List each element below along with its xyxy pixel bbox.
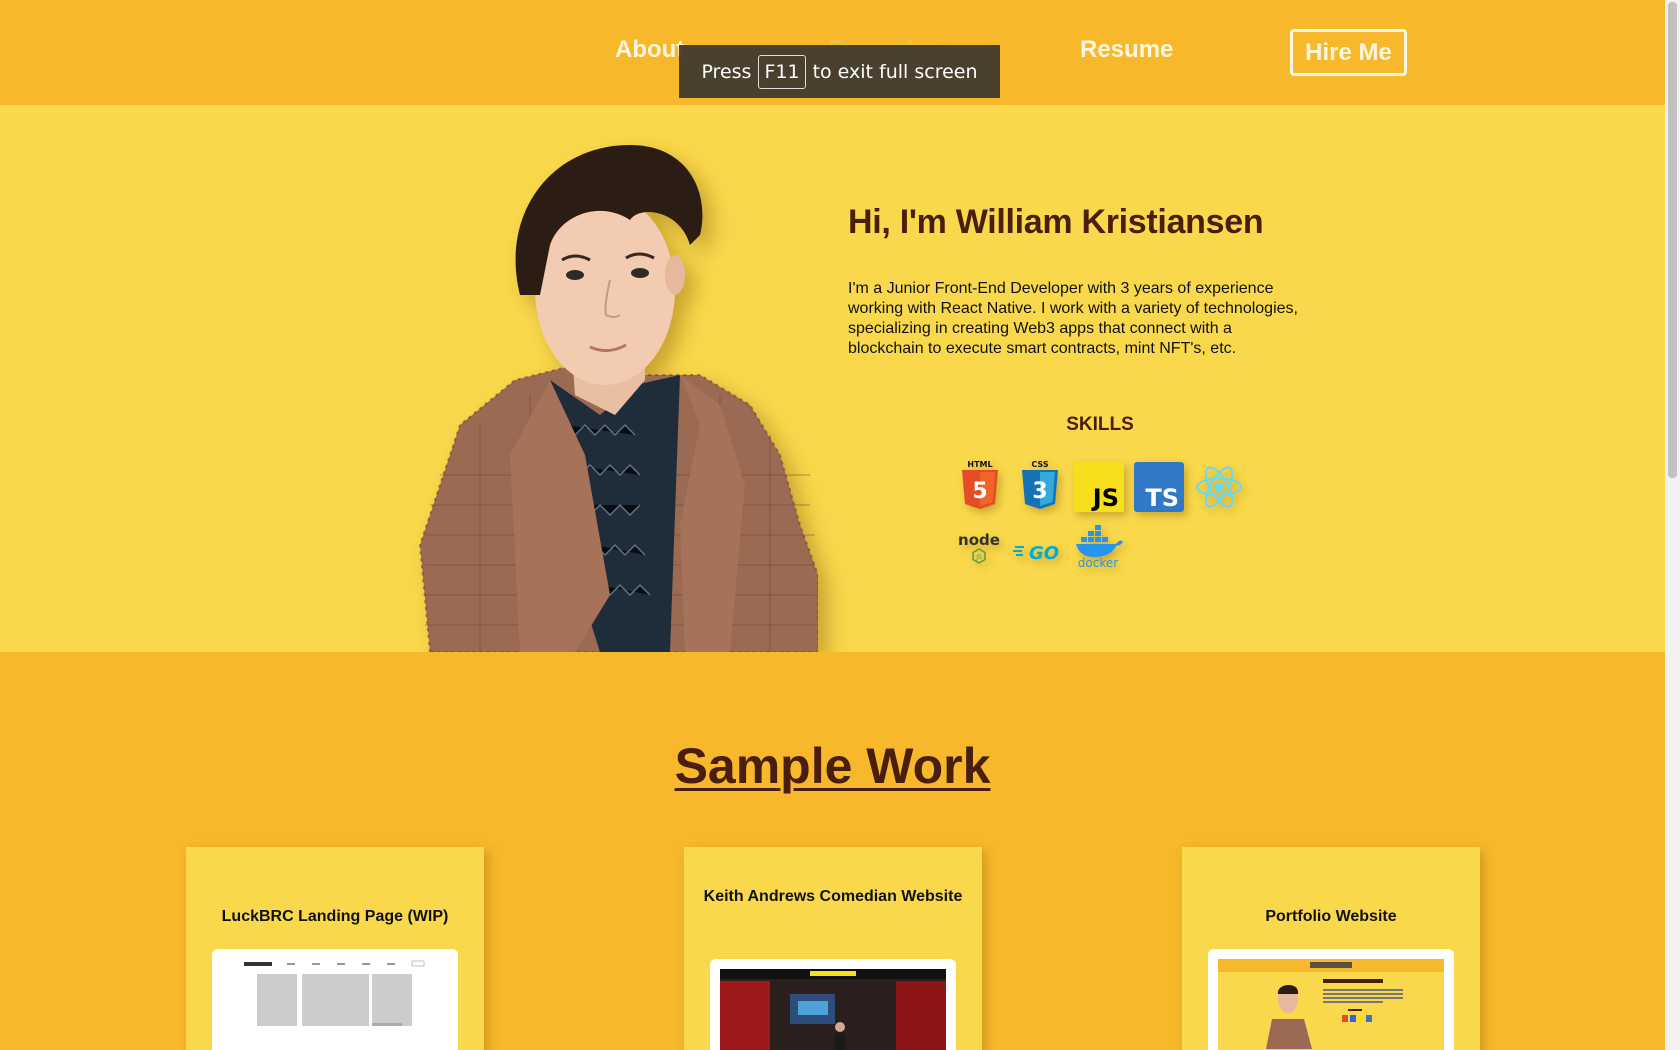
fullscreen-notice-text: Press: [701, 60, 752, 83]
fullscreen-notice-text: to exit full screen: [812, 60, 978, 83]
go-icon-text: GO: [1029, 543, 1059, 564]
css3-icon: CSS 3: [1014, 459, 1066, 511]
ts-icon-text: TS: [1145, 484, 1179, 512]
svg-text:3: 3: [1032, 479, 1047, 504]
project-card-title: Keith Andrews Comedian Website: [703, 888, 963, 905]
hero-section: Hi, I'm William Kristiansen I'm a Junior…: [0, 105, 1665, 652]
svg-text:JS: JS: [975, 554, 982, 561]
nav-link-resume[interactable]: Resume: [1080, 36, 1173, 64]
project-card-luckbrc[interactable]: LuckBRC Landing Page (WIP): [186, 847, 484, 1050]
fullscreen-exit-notice: Press F11 to exit full screen: [679, 45, 1000, 98]
project-card-portfolio[interactable]: Portfolio Website: [1182, 847, 1480, 1050]
project-thumbnail-luckbrc[interactable]: [212, 949, 458, 1050]
nav-link-about[interactable]: About: [615, 36, 684, 64]
project-card-keith-andrews[interactable]: Keith Andrews Comedian Website: [684, 847, 982, 1050]
svg-text:5: 5: [972, 479, 987, 504]
project-thumbnail-portfolio[interactable]: [1208, 949, 1454, 1050]
typescript-icon: TS: [1133, 461, 1185, 513]
project-thumbnail-keith-andrews[interactable]: [710, 959, 956, 1050]
node-icon-text: node: [958, 531, 1000, 549]
js-icon-text: JS: [1091, 484, 1119, 512]
hero-description: I'm a Junior Front-End Developer with 3 …: [848, 280, 1298, 357]
f11-key-badge: F11: [758, 54, 806, 89]
hire-me-button[interactable]: Hire Me: [1290, 29, 1407, 76]
skills-heading: SKILLS: [1066, 414, 1134, 435]
html5-icon: HTML 5: [954, 459, 1006, 511]
nodejs-icon: node JS: [953, 521, 1005, 573]
hero-title: Hi, I'm William Kristiansen: [848, 203, 1264, 241]
sample-work-heading: Sample Work: [674, 738, 991, 794]
go-icon: GO: [1013, 525, 1065, 577]
css-icon-text: CSS: [1031, 460, 1048, 469]
project-card-title: Portfolio Website: [1265, 908, 1397, 925]
javascript-icon: JS: [1073, 461, 1125, 513]
scrollbar-thumb[interactable]: [1668, 2, 1677, 478]
portrait-image: [418, 145, 818, 652]
html-icon-text: HTML: [967, 460, 992, 469]
docker-icon-text: docker: [1078, 556, 1118, 569]
project-card-title: LuckBRC Landing Page (WIP): [221, 908, 449, 925]
react-icon: [1193, 461, 1245, 513]
docker-icon: docker: [1072, 520, 1124, 572]
page-scrollbar[interactable]: [1665, 0, 1680, 1050]
